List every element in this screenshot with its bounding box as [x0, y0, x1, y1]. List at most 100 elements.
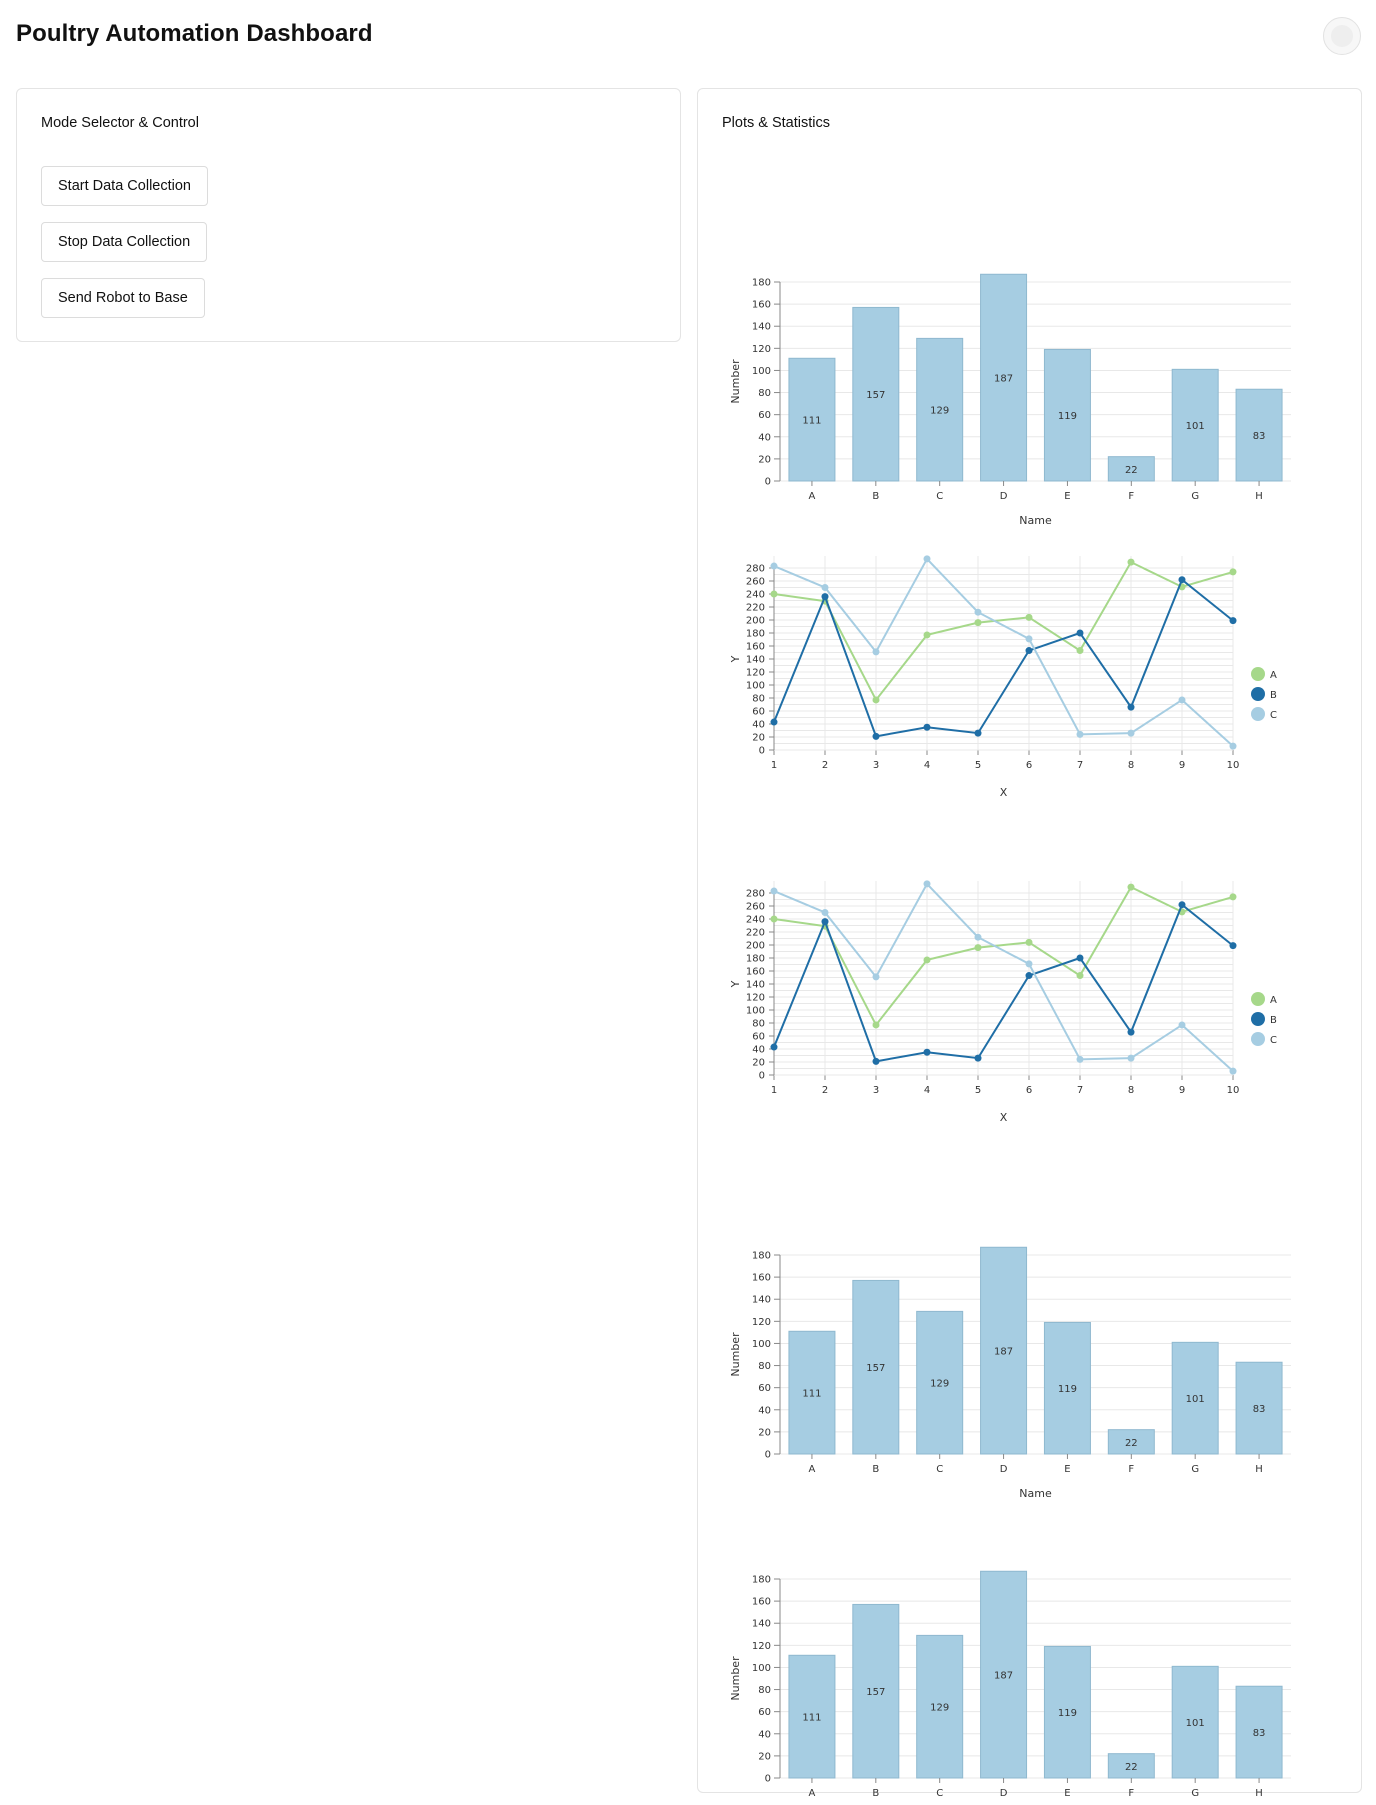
- y-tick-label: 240: [746, 915, 765, 926]
- y-tick-label: 40: [758, 432, 771, 443]
- x-tick-label: 10: [1227, 1085, 1240, 1096]
- series-point-c: [923, 880, 931, 888]
- y-tick-label: 140: [752, 1619, 771, 1630]
- plots-panel-title: Plots & Statistics: [722, 115, 830, 131]
- y-tick-label: 180: [752, 1251, 771, 1262]
- series-point-c: [872, 973, 880, 981]
- series-line-a: [773, 560, 1234, 702]
- y-tick-label: 280: [746, 564, 765, 575]
- x-tick-label: F: [1128, 491, 1134, 502]
- series-point-c: [1229, 742, 1237, 750]
- bar-data-label: 157: [866, 1363, 885, 1374]
- series-point-a: [1076, 647, 1084, 655]
- chart-2: 1 2 3 4 5 6 7 8 9 1002040608010012014016018020022…: [729, 555, 1277, 799]
- bar-data-label: 83: [1253, 1728, 1266, 1739]
- x-tick-label: 8: [1128, 760, 1134, 771]
- series-point-b: [1076, 954, 1084, 962]
- x-tick-label: E: [1064, 1788, 1070, 1799]
- bar-data-label: 111: [802, 416, 821, 427]
- y-tick-label: 80: [758, 1685, 771, 1696]
- y-tick-label: 100: [752, 366, 771, 377]
- series-point-c: [923, 555, 931, 563]
- series-point-c: [1229, 1067, 1237, 1075]
- x-axis-label: X: [1000, 786, 1008, 799]
- y-tick-label: 140: [746, 655, 765, 666]
- series-point-a: [872, 696, 880, 704]
- bar-data-label: 111: [802, 1389, 821, 1400]
- series-point-b: [1025, 972, 1033, 980]
- user-avatar-button[interactable]: [1323, 17, 1361, 55]
- y-tick-label: 200: [746, 616, 765, 627]
- y-tick-label: 40: [758, 1729, 771, 1740]
- y-tick-label: 0: [765, 1774, 771, 1785]
- series-point-b: [1025, 647, 1033, 655]
- x-tick-label: 3: [873, 1085, 879, 1096]
- y-tick-label: 120: [746, 668, 765, 679]
- legend-label: A: [1270, 995, 1277, 1006]
- bar-data-label: 83: [1253, 431, 1266, 442]
- y-tick-label: 20: [752, 1058, 765, 1069]
- series-point-c: [770, 562, 778, 570]
- bar-data-label: 187: [994, 1347, 1013, 1358]
- y-axis-label: Y: [729, 655, 742, 663]
- y-tick-label: 60: [752, 1032, 765, 1043]
- x-tick-label: A: [809, 1464, 816, 1475]
- bar-data-label: 22: [1125, 465, 1138, 476]
- series-point-b: [872, 1057, 880, 1065]
- series-point-b: [1127, 1028, 1135, 1036]
- bar-data-label: 157: [866, 1687, 885, 1698]
- chart-5: 0 20 40 60 80 100 120 140 160 180 111 A 157 B 129 C 187 D…: [729, 1570, 1291, 1799]
- y-tick-label: 260: [746, 902, 765, 913]
- y-tick-label: 280: [746, 889, 765, 900]
- bar-data-label: 119: [1058, 1708, 1077, 1719]
- start-data-collection-button[interactable]: Start Data Collection: [41, 166, 208, 206]
- y-tick-label: 80: [758, 388, 771, 399]
- control-panel-title: Mode Selector & Control: [41, 115, 199, 131]
- bar-data-label: 101: [1186, 1718, 1205, 1729]
- y-tick-label: 180: [746, 629, 765, 640]
- series-point-a: [1076, 972, 1084, 980]
- send-robot-to-base-button[interactable]: Send Robot to Base: [41, 278, 205, 318]
- x-tick-label: B: [872, 491, 879, 502]
- y-tick-label: 260: [746, 577, 765, 588]
- x-tick-label: 7: [1077, 760, 1083, 771]
- series-point-b: [1178, 576, 1186, 584]
- series-point-c: [1178, 1021, 1186, 1029]
- y-tick-label: 160: [752, 300, 771, 311]
- series-point-b: [923, 1048, 931, 1056]
- y-tick-label: 20: [752, 733, 765, 744]
- y-tick-label: 60: [758, 410, 771, 421]
- x-tick-label: D: [1000, 491, 1008, 502]
- y-tick-label: 80: [752, 694, 765, 705]
- x-axis-label: X: [1000, 1111, 1008, 1124]
- y-tick-label: 40: [758, 1405, 771, 1416]
- y-tick-label: 120: [746, 993, 765, 1004]
- y-tick-label: 140: [752, 1295, 771, 1306]
- bar-data-label: 101: [1186, 421, 1205, 432]
- page-title: Poultry Automation Dashboard: [16, 20, 373, 47]
- x-tick-label: 9: [1179, 760, 1185, 771]
- series-point-a: [1025, 938, 1033, 946]
- y-tick-label: 0: [759, 746, 765, 757]
- legend-marker-b: [1251, 1012, 1265, 1026]
- bar-data-label: 119: [1058, 411, 1077, 422]
- x-tick-label: A: [809, 491, 816, 502]
- x-tick-label: 5: [975, 760, 981, 771]
- stop-data-collection-button[interactable]: Stop Data Collection: [41, 222, 208, 262]
- legend-label: B: [1270, 1015, 1277, 1026]
- x-tick-label: C: [936, 491, 943, 502]
- x-tick-label: 6: [1026, 760, 1032, 771]
- series-point-a: [1127, 558, 1135, 566]
- y-tick-label: 40: [752, 720, 765, 731]
- avatar-icon: [1331, 25, 1353, 47]
- x-tick-label: 1: [771, 760, 777, 771]
- series-point-c: [974, 933, 982, 941]
- y-tick-label: 100: [746, 681, 765, 692]
- x-tick-label: 10: [1227, 760, 1240, 771]
- series-point-a: [923, 631, 931, 639]
- series-point-a: [770, 590, 778, 598]
- y-tick-label: 60: [758, 1383, 771, 1394]
- series-point-c: [821, 909, 829, 916]
- y-tick-label: 0: [765, 477, 771, 488]
- y-axis-label: Y: [729, 980, 742, 988]
